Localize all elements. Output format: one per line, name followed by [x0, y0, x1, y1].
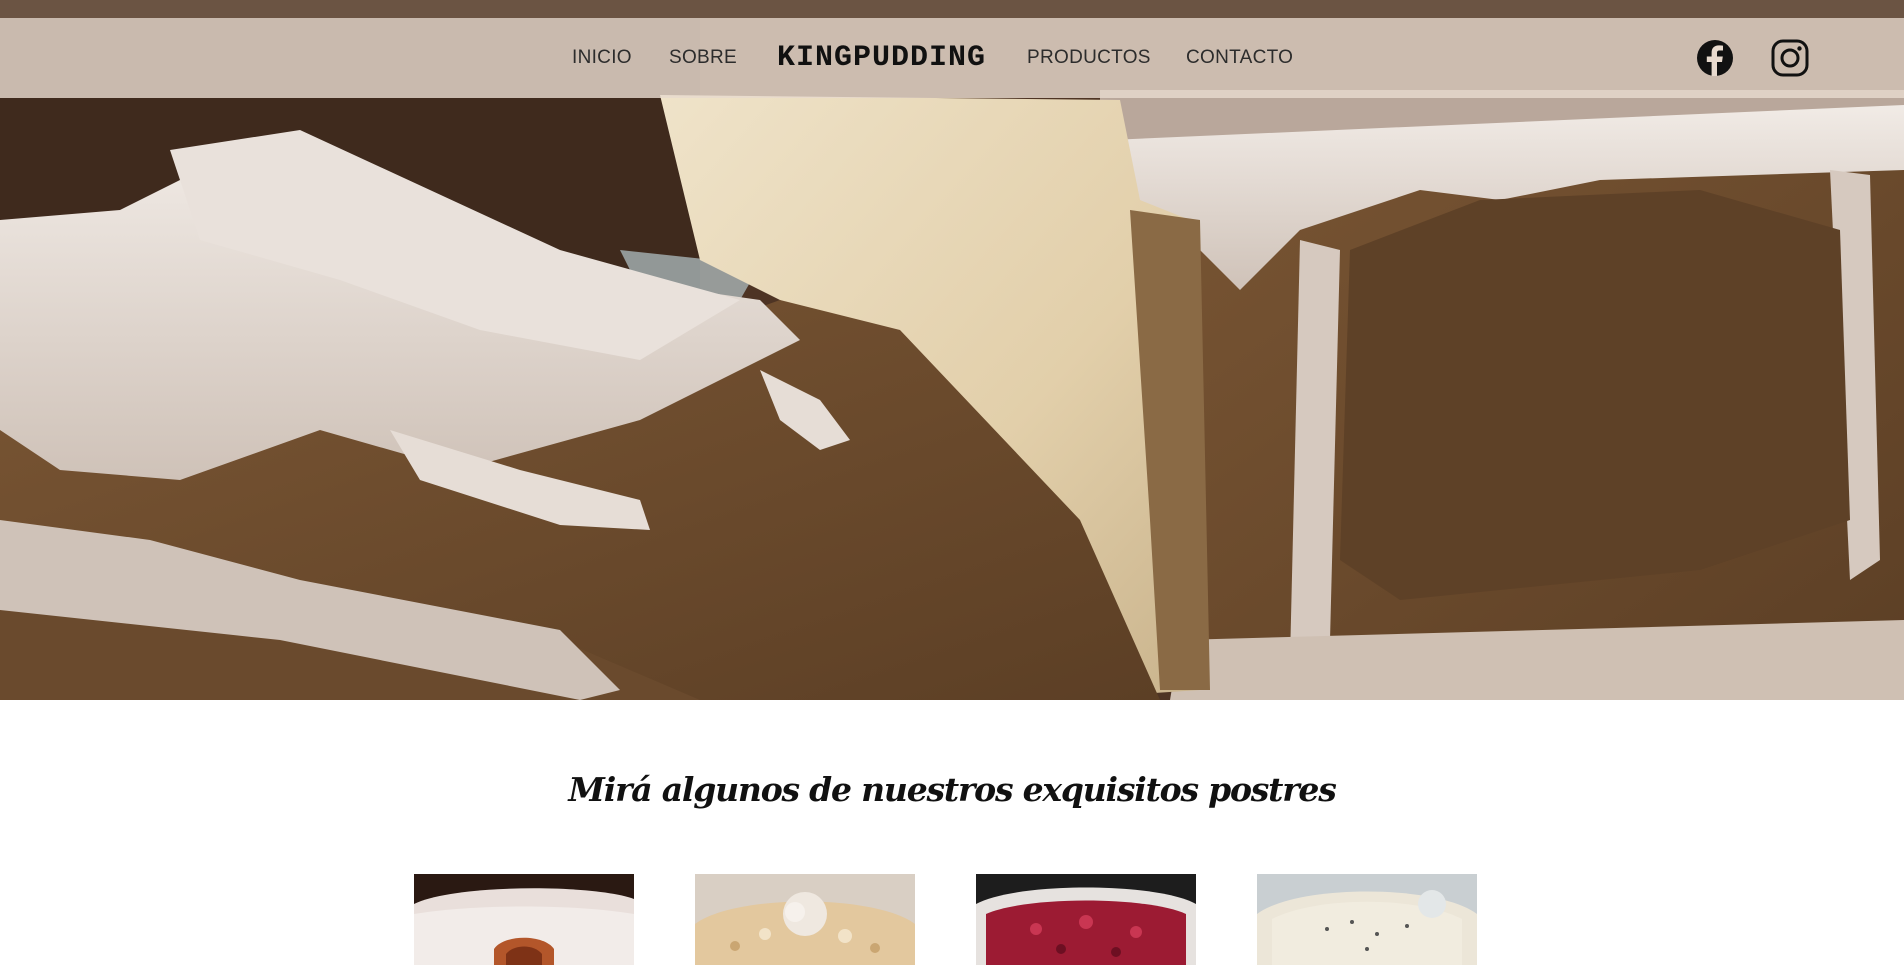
- hero-image: [0, 0, 1904, 700]
- instagram-icon: [1771, 39, 1809, 77]
- facebook-link[interactable]: [1695, 38, 1735, 78]
- cake-photo: [0, 0, 1904, 700]
- nav-link-inicio[interactable]: INICIO: [572, 18, 632, 98]
- nav-link-productos[interactable]: PRODUCTOS: [1027, 18, 1151, 98]
- instagram-link[interactable]: [1770, 38, 1810, 78]
- brand-logo[interactable]: KINGPUDDING: [777, 18, 986, 98]
- product-thumb-1[interactable]: [414, 874, 634, 965]
- glazed-bundt-cake-photo: [414, 874, 634, 965]
- product-thumb-2[interactable]: [695, 874, 915, 965]
- main-navbar: INICIO SOBRE KINGPUDDING PRODUCTOS CONTA…: [0, 18, 1904, 98]
- products-section-title: Mirá algunos de nuestros exquisitos post…: [568, 770, 1336, 809]
- facebook-icon: [1697, 40, 1733, 76]
- product-thumb-3[interactable]: [976, 874, 1196, 965]
- product-gallery: [0, 874, 1904, 965]
- meringue-crumb-cake-photo: [695, 874, 915, 965]
- product-thumb-4[interactable]: [1257, 874, 1477, 965]
- nav-link-sobre[interactable]: SOBRE: [669, 18, 737, 98]
- page: INICIO SOBRE KINGPUDDING PRODUCTOS CONTA…: [0, 0, 1904, 965]
- white-frosted-cake-photo: [1257, 874, 1477, 965]
- nav-link-contacto[interactable]: CONTACTO: [1186, 18, 1293, 98]
- berry-cheesecake-photo: [976, 874, 1196, 965]
